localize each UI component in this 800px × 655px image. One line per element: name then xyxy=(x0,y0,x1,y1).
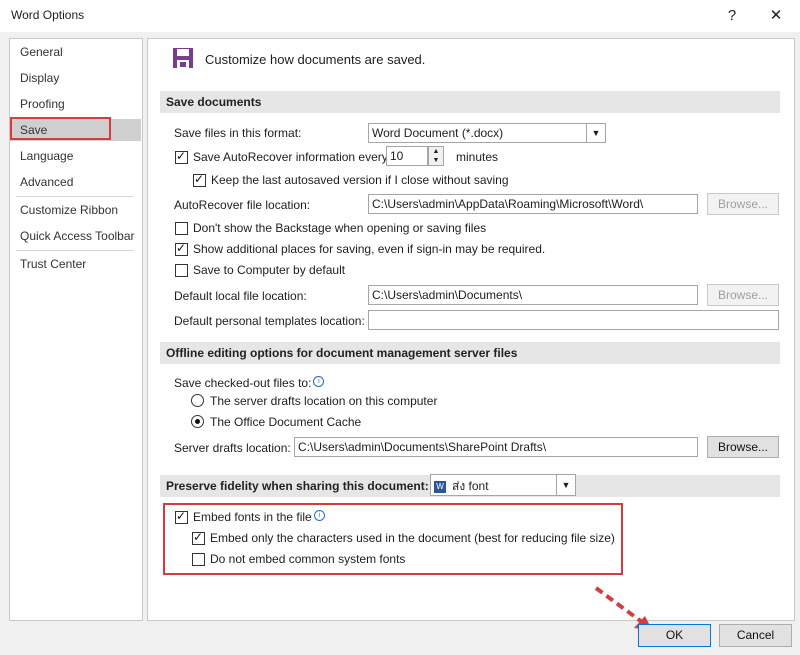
checked-out-label: Save checked-out files to: i xyxy=(174,376,325,390)
checked-out-label-text: Save checked-out files to: xyxy=(174,376,312,390)
cancel-button[interactable]: Cancel xyxy=(719,624,792,647)
minutes-spinner[interactable]: ▲ ▼ xyxy=(428,146,444,166)
section-title: Save documents xyxy=(166,95,262,109)
sidebar-divider xyxy=(16,196,134,197)
chevron-down-icon: ▼ xyxy=(556,475,575,495)
sidebar-item-quick-access-toolbar[interactable]: Quick Access Toolbar xyxy=(20,229,135,243)
close-button[interactable]: ✕ xyxy=(764,4,788,28)
sidebar-item-trust-center[interactable]: Trust Center xyxy=(20,257,86,271)
server-drafts-browse-button[interactable]: Browse... xyxy=(707,436,779,458)
section-title: Offline editing options for document man… xyxy=(166,346,518,360)
format-dropdown[interactable]: Word Document (*.docx) ▼ xyxy=(368,123,606,143)
sidebar-item-general[interactable]: General xyxy=(20,45,63,59)
office-cache-radio[interactable] xyxy=(191,415,204,428)
server-drafts-location-label: Server drafts location: xyxy=(174,441,291,455)
sidebar-item-proofing[interactable]: Proofing xyxy=(20,97,65,111)
default-local-label: Default local file location: xyxy=(174,289,307,303)
minutes-label: minutes xyxy=(456,150,499,164)
sidebar-item-language[interactable]: Language xyxy=(20,149,73,163)
save-highlight-box xyxy=(10,117,111,140)
backstage-checkbox[interactable] xyxy=(175,222,188,235)
section-save-documents: Save documents xyxy=(160,91,780,113)
sidebar-divider xyxy=(16,250,134,251)
save-to-computer-label: Save to Computer by default xyxy=(193,263,346,277)
autorecover-minutes-input[interactable]: 10 xyxy=(386,146,428,166)
window-title: Word Options xyxy=(11,8,85,22)
backstage-label: Don't show the Backstage when opening or… xyxy=(193,221,487,235)
format-label: Save files in this format: xyxy=(174,126,302,140)
word-document-icon: W xyxy=(434,480,446,493)
save-disk-icon xyxy=(173,48,193,68)
section-offline-editing: Offline editing options for document man… xyxy=(160,342,780,364)
server-drafts-radio[interactable] xyxy=(191,394,204,407)
office-cache-option-label: The Office Document Cache xyxy=(210,415,362,429)
ok-button[interactable]: OK xyxy=(638,624,711,647)
personal-templates-label: Default personal templates location: xyxy=(174,314,365,328)
server-drafts-option-label: The server drafts location on this compu… xyxy=(210,394,438,408)
sidebar-item-customize-ribbon[interactable]: Customize Ribbon xyxy=(20,203,118,217)
default-local-browse-button[interactable]: Browse... xyxy=(707,284,779,306)
page-header-text: Customize how documents are saved. xyxy=(205,52,426,67)
save-to-computer-checkbox[interactable] xyxy=(175,264,188,277)
personal-templates-input[interactable] xyxy=(368,310,779,330)
sidebar-item-display[interactable]: Display xyxy=(20,71,59,85)
server-drafts-location-input[interactable]: C:\Users\admin\Documents\SharePoint Draf… xyxy=(294,437,698,457)
help-button[interactable]: ? xyxy=(720,4,744,28)
additional-places-label: Show additional places for saving, even … xyxy=(193,242,546,256)
autorecover-location-input[interactable]: C:\Users\admin\AppData\Roaming\Microsoft… xyxy=(368,194,698,214)
autorecover-location-label: AutoRecover file location: xyxy=(174,198,311,212)
chevron-down-icon: ▼ xyxy=(586,124,605,142)
fidelity-document-dropdown[interactable]: W ส่ง font ▼ xyxy=(430,474,576,496)
autorecover-checkbox[interactable] xyxy=(175,149,188,164)
keep-last-label: Keep the last autosaved version if I clo… xyxy=(211,173,509,187)
autorecover-browse-button[interactable]: Browse... xyxy=(707,193,779,215)
section-title: Preserve fidelity when sharing this docu… xyxy=(166,479,429,493)
keep-last-checkbox[interactable] xyxy=(193,172,206,187)
autorecover-label: Save AutoRecover information every xyxy=(193,150,388,164)
sidebar-item-advanced[interactable]: Advanced xyxy=(20,175,73,189)
fidelity-document-value: ส่ง font xyxy=(452,479,489,493)
format-value: Word Document (*.docx) xyxy=(372,126,504,140)
embed-fonts-highlight-box xyxy=(163,503,623,575)
default-local-input[interactable]: C:\Users\admin\Documents\ xyxy=(368,285,698,305)
additional-places-checkbox[interactable] xyxy=(175,241,188,256)
title-bar xyxy=(0,0,800,32)
info-icon: i xyxy=(313,376,325,387)
